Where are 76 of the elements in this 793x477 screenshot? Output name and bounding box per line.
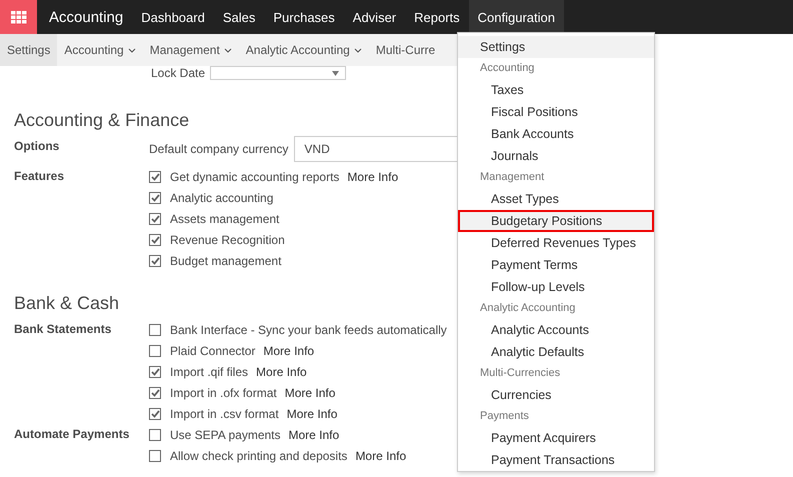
more-info-link[interactable]: More Info [284,386,336,400]
checkbox[interactable] [149,344,161,356]
caret-icon [224,48,232,53]
checkbox-label: Plaid Connector [170,344,256,358]
group-label: Automate Payments [14,426,130,443]
top-menu-item[interactable]: Sales [214,0,264,34]
top-menu-item[interactable]: Purchases [264,0,344,34]
menu-item[interactable]: Payment Acquirers [458,427,654,449]
checkbox-label: Revenue Recognition [170,232,285,246]
more-info-link[interactable]: More Info [355,448,406,462]
checkbox[interactable] [149,386,161,398]
group-label: Features [14,168,66,185]
menu-header: Accounting [479,61,536,76]
menu-header: Payments [479,409,530,424]
checkbox-label: Import in .csv format [170,406,279,420]
menu-item[interactable]: Fiscal Positions [458,101,654,123]
caret-icon [354,48,362,53]
checkbox-label: Use SEPA payments [170,428,280,442]
menu-item[interactable]: Deferred Revenues Types [458,232,654,254]
field-label: Default company currency [149,142,288,156]
checkbox[interactable] [149,170,161,182]
grid-icon [10,10,26,24]
menu-item[interactable]: Analytic Defaults [458,341,654,363]
app-title: Accounting [48,8,124,28]
menu-header: Multi-Currencies [479,366,562,381]
lock-date-field[interactable] [210,66,346,80]
checkbox-label: Bank Interface - Sync your bank feeds automatically [170,322,447,336]
menu-item[interactable]: Asset Types [458,188,654,210]
menu-item[interactable]: Payment Transactions [458,449,654,471]
checkbox-label: Get dynamic accounting reports [170,170,340,184]
checkbox[interactable] [149,450,161,462]
sub-menu-item[interactable]: Analytic Accounting [238,34,369,66]
menu-item[interactable]: Payment Terms [458,254,654,276]
checkbox-label: Allow check printing and deposits [170,448,348,462]
menu-item[interactable]: Settings [458,36,654,58]
checkbox[interactable] [149,408,161,420]
more-info-link[interactable]: More Info [256,364,307,378]
more-info-link[interactable]: More Info [263,344,314,358]
top-menu-item[interactable]: Configuration [468,0,564,34]
more-info-link[interactable]: More Info [347,170,398,184]
menu-item[interactable]: Currencies [458,384,654,406]
checkbox[interactable] [149,254,161,266]
checkbox[interactable] [149,324,161,336]
apps-button[interactable] [0,0,37,34]
checkbox-label: Budget management [170,254,282,268]
menu-item[interactable]: Budgetary Positions [458,210,654,232]
caret-icon [128,48,136,53]
more-info-link[interactable]: More Info [286,406,338,420]
checkbox-label: Assets management [170,212,280,226]
top-menu-item[interactable]: Dashboard [132,0,214,34]
checkbox[interactable] [149,234,161,246]
checkbox-label: Import .qif files [170,364,248,378]
sub-menu-item[interactable]: Settings [0,34,58,66]
caret-icon [332,70,339,76]
checkbox-label: Import in .ofx format [170,386,277,400]
field-label: Lock Date [150,66,206,80]
menu-item[interactable]: Taxes [458,79,654,101]
top-menu-item[interactable]: Adviser [344,0,406,34]
sub-menu-item[interactable]: Multi-Curre [368,34,442,66]
checkbox[interactable] [149,366,161,378]
group-label: Options [14,138,60,155]
menu-header: Management [479,170,546,185]
menu-header: Analytic Accounting [479,301,576,316]
more-info-link[interactable]: More Info [288,428,340,442]
checkbox[interactable] [149,428,161,440]
menu-item[interactable]: Follow-up Levels [458,276,654,298]
top-menu-item[interactable]: Reports [405,0,469,34]
menu-item[interactable]: Analytic Accounts [458,319,654,341]
checkbox[interactable] [149,212,161,224]
checkbox-label: Analytic accounting [170,190,274,204]
checkbox[interactable] [149,192,161,204]
sub-menu-item[interactable]: Accounting [57,34,143,66]
group-label: Bank Statements [14,321,112,338]
section-title: Bank & Cash [14,293,120,314]
section-title: Accounting & Finance [14,110,190,131]
sub-menu-item[interactable]: Management [142,34,239,66]
